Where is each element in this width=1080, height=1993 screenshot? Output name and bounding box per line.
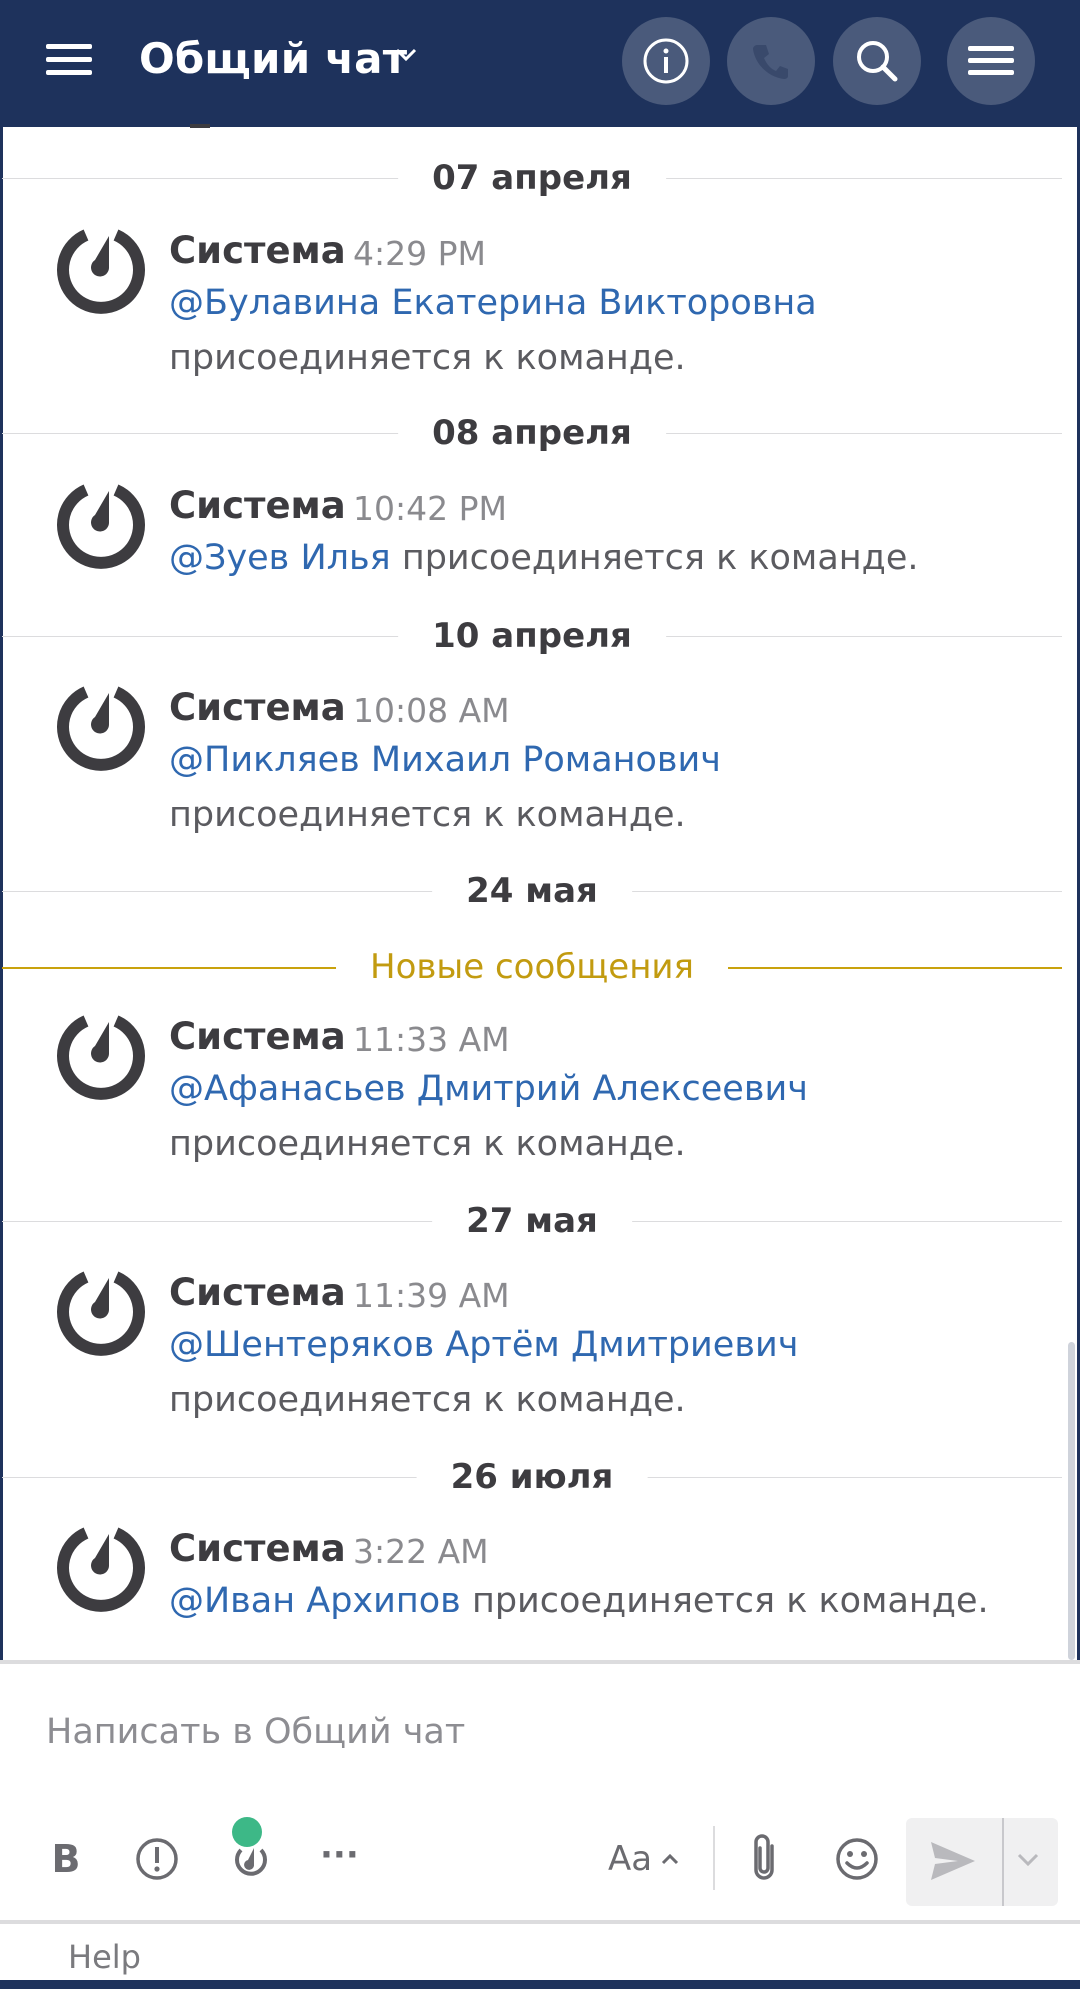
emoji-button[interactable] bbox=[834, 1836, 880, 1882]
phone-icon bbox=[753, 45, 788, 79]
user-mention[interactable]: @Шентеряков Артём Дмитриевич bbox=[169, 1325, 798, 1365]
post-time[interactable]: 11:33 AM bbox=[353, 1020, 510, 1059]
post-text: присоединяется к команде. bbox=[169, 1124, 686, 1164]
paperclip-icon bbox=[754, 1834, 774, 1880]
post-author[interactable]: Система bbox=[169, 484, 346, 527]
post-time[interactable]: 11:39 AM bbox=[353, 1276, 510, 1315]
post-text: присоединяется к команде. bbox=[471, 1581, 989, 1621]
date-separator-label: 08 апреля bbox=[398, 413, 666, 453]
new-messages-label: Новые сообщения bbox=[336, 947, 728, 987]
search-icon bbox=[857, 41, 898, 82]
formatting-toggle[interactable]: Aa bbox=[608, 1836, 680, 1882]
system-avatar-icon bbox=[57, 484, 145, 569]
system-avatar-icon bbox=[57, 1271, 145, 1356]
attach-button[interactable] bbox=[746, 1832, 782, 1886]
bold-button[interactable]: B bbox=[46, 1834, 86, 1884]
formatting-label: Aa bbox=[608, 1839, 653, 1879]
send-options-button[interactable] bbox=[1016, 1852, 1040, 1868]
calls-button[interactable] bbox=[226, 1814, 276, 1886]
post-text: присоединяется к команде. bbox=[169, 795, 686, 835]
priority-button[interactable] bbox=[134, 1836, 180, 1882]
partial-previous-post bbox=[190, 112, 210, 128]
post-author[interactable]: Система bbox=[169, 1527, 346, 1570]
send-controls bbox=[906, 1818, 1058, 1906]
send-button[interactable] bbox=[928, 1838, 978, 1884]
send-divider bbox=[1002, 1818, 1004, 1906]
channel-title[interactable]: Общий чат bbox=[139, 34, 417, 83]
post-time[interactable]: 10:42 PM bbox=[353, 489, 507, 528]
more-formatting-button[interactable]: ··· bbox=[320, 1830, 359, 1880]
date-separator-label: 27 мая bbox=[432, 1201, 632, 1241]
post-author[interactable]: Система bbox=[169, 686, 346, 729]
message-input[interactable]: Написать в Общий чат bbox=[46, 1712, 465, 1752]
alert-circle-icon bbox=[136, 1838, 178, 1880]
message-composer: Написать в Общий чат B ··· Aa bbox=[0, 1660, 1080, 1924]
menu-icon bbox=[968, 46, 1014, 75]
user-mention[interactable]: @Пикляев Михаил Романович bbox=[169, 740, 721, 780]
user-mention[interactable]: @Булавина Екатерина Викторовна bbox=[169, 283, 817, 323]
system-avatar-icon bbox=[57, 229, 145, 314]
post-text: присоединяется к команде. bbox=[169, 1380, 686, 1420]
chevron-up-icon bbox=[662, 1853, 679, 1865]
send-icon bbox=[931, 1842, 975, 1880]
chevron-down-icon bbox=[1017, 1853, 1039, 1867]
info-icon bbox=[643, 38, 689, 84]
system-avatar-icon bbox=[57, 1527, 145, 1612]
post-author[interactable]: Система bbox=[169, 1015, 346, 1058]
toolbar-divider bbox=[713, 1826, 715, 1890]
channel-menu-button[interactable] bbox=[947, 17, 1035, 105]
chevron-down-icon bbox=[395, 48, 417, 62]
post-time[interactable]: 10:08 AM bbox=[353, 691, 510, 730]
channel-info-button[interactable] bbox=[622, 17, 710, 105]
post-text: присоединяется к команде. bbox=[401, 538, 919, 578]
date-separator-label: 24 мая bbox=[432, 871, 632, 911]
system-avatar-icon bbox=[57, 686, 145, 771]
post-author[interactable]: Система bbox=[169, 1271, 346, 1314]
system-avatar-icon bbox=[57, 1015, 145, 1100]
post-author[interactable]: Система bbox=[169, 229, 346, 272]
channel-header: Общий чат bbox=[0, 0, 1080, 127]
user-mention[interactable]: @Афанасьев Дмитрий Алексеевич bbox=[169, 1069, 808, 1109]
bottom-bar bbox=[0, 1980, 1080, 1989]
scrollbar[interactable] bbox=[1068, 1342, 1075, 1660]
channel-title-text: Общий чат bbox=[139, 34, 408, 83]
sidebar-menu-icon[interactable] bbox=[46, 44, 92, 80]
call-button[interactable] bbox=[727, 17, 815, 105]
post-text: присоединяется к команде. bbox=[169, 338, 686, 378]
emoji-smile-icon bbox=[836, 1838, 878, 1880]
search-button[interactable] bbox=[833, 17, 921, 105]
date-separator-label: 07 апреля bbox=[398, 158, 666, 198]
user-mention[interactable]: @Иван Архипов bbox=[169, 1581, 461, 1621]
mattermost-icon bbox=[232, 1817, 267, 1876]
help-link[interactable]: Help bbox=[68, 1938, 141, 1976]
user-mention[interactable]: @Зуев Илья bbox=[169, 538, 391, 578]
post-time[interactable]: 3:22 AM bbox=[353, 1532, 489, 1571]
date-separator-label: 10 апреля bbox=[398, 616, 666, 656]
post-time[interactable]: 4:29 PM bbox=[353, 234, 486, 273]
date-separator-label: 26 июля bbox=[416, 1457, 648, 1497]
